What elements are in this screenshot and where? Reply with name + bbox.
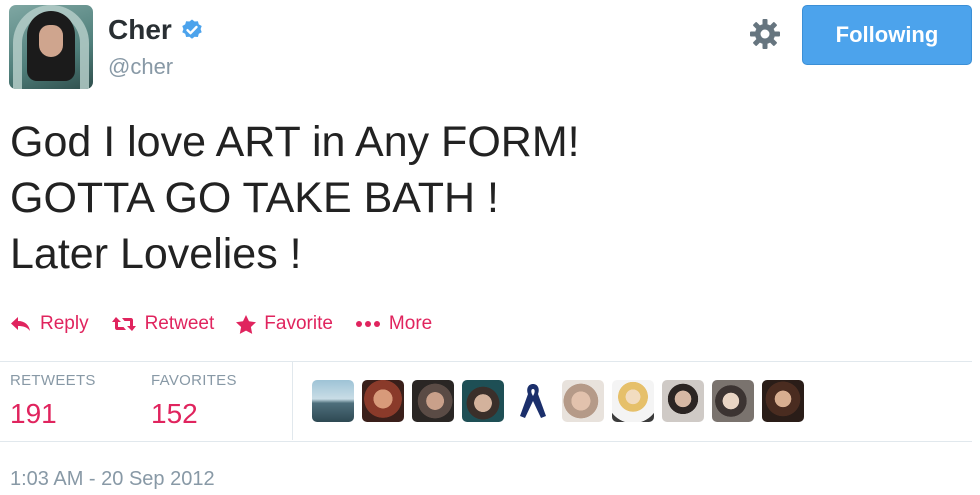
stats-top-divider xyxy=(0,361,972,362)
user-display-name[interactable]: Cher xyxy=(108,14,172,46)
reply-arrow-icon xyxy=(11,317,30,331)
retweet-arrows-icon xyxy=(111,317,136,331)
avatar-face xyxy=(39,25,63,57)
favoriter-avatar[interactable] xyxy=(712,380,754,422)
more-button[interactable]: More xyxy=(355,313,432,335)
retweet-button[interactable]: Retweet xyxy=(111,313,215,335)
more-label: More xyxy=(388,313,433,334)
user-avatar[interactable] xyxy=(9,5,93,89)
tweet-text: God I love ART in Any FORM! GOTTA GO TAK… xyxy=(10,114,580,282)
stats-vertical-divider xyxy=(292,362,293,440)
retweets-stat[interactable]: RETWEETS 191 xyxy=(10,372,96,430)
favorites-stat[interactable]: FAVORITES 152 xyxy=(151,372,237,430)
dots-icon xyxy=(355,321,380,327)
retweet-label: Retweet xyxy=(144,313,215,334)
favoriter-avatar[interactable] xyxy=(562,380,604,422)
favorite-button[interactable]: Favorite xyxy=(236,313,333,335)
following-button[interactable]: Following xyxy=(802,5,972,65)
favorite-label: Favorite xyxy=(264,313,333,334)
tweet-line: GOTTA GO TAKE BATH ! xyxy=(10,174,499,222)
favoriter-avatar[interactable] xyxy=(762,380,804,422)
favoriter-avatars xyxy=(312,380,812,422)
favoriter-avatar[interactable] xyxy=(612,380,654,422)
tweet-timestamp[interactable]: 1:03 AM - 20 Sep 2012 xyxy=(10,468,215,491)
reply-button[interactable]: Reply xyxy=(10,313,89,335)
reply-label: Reply xyxy=(40,313,89,334)
retweets-label: RETWEETS xyxy=(10,372,96,389)
verified-badge-icon xyxy=(182,19,202,39)
favoriter-avatar[interactable] xyxy=(412,380,454,422)
favoriter-avatar[interactable] xyxy=(312,380,354,422)
tweet-actions: Reply Retweet Favorite More xyxy=(10,313,454,335)
retweets-count: 191 xyxy=(10,398,57,429)
tweet-line: Later Lovelies ! xyxy=(10,230,302,278)
gear-icon[interactable] xyxy=(748,17,782,51)
favoriter-avatar[interactable] xyxy=(662,380,704,422)
favorites-label: FAVORITES xyxy=(151,372,237,389)
favoriter-avatar[interactable] xyxy=(512,380,554,422)
favoriter-avatar[interactable] xyxy=(462,380,504,422)
tweet-line: God I love ART in Any FORM! xyxy=(10,118,580,166)
favorites-count: 152 xyxy=(151,398,198,429)
user-name-row: Cher xyxy=(108,14,204,46)
ribbon-icon xyxy=(520,384,546,418)
stats-bottom-divider xyxy=(0,441,972,442)
user-handle[interactable]: @cher xyxy=(108,54,173,80)
favoriter-avatar[interactable] xyxy=(362,380,404,422)
star-icon xyxy=(236,314,257,334)
